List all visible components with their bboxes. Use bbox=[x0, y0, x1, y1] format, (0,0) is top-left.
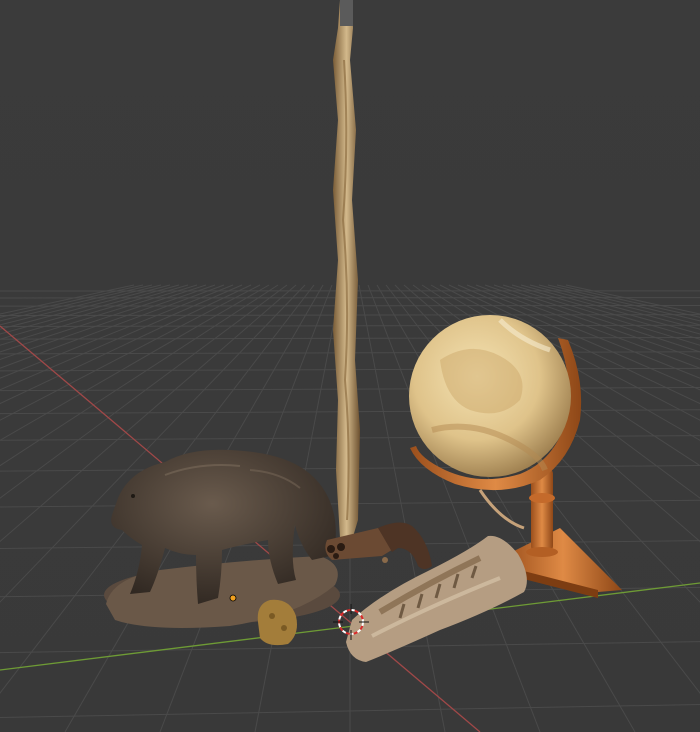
bear-statue-object[interactable] bbox=[104, 449, 340, 628]
globe-object[interactable] bbox=[409, 315, 571, 477]
viewport-canvas[interactable] bbox=[0, 0, 700, 732]
3d-viewport[interactable] bbox=[0, 0, 700, 732]
staff-object[interactable] bbox=[333, 0, 360, 540]
object-origin-icon bbox=[229, 594, 237, 602]
